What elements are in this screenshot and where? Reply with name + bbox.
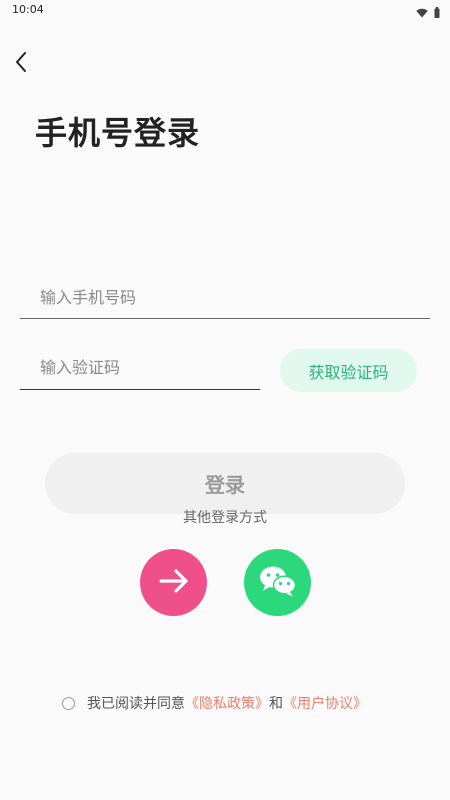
battery-icon	[434, 3, 440, 22]
wechat-icon	[258, 564, 298, 602]
wifi-icon	[416, 3, 428, 22]
other-login-label: 其他登录方式	[183, 510, 267, 526]
status-icons	[416, 3, 440, 22]
phone-input[interactable]	[40, 277, 426, 318]
status-bar: 10:04	[0, 0, 450, 20]
user-agreement-link[interactable]: 《用户协议》	[283, 693, 367, 713]
arrow-login-button[interactable]	[140, 549, 207, 616]
agreement-conjunction: 和	[269, 696, 283, 712]
phone-field	[20, 277, 430, 319]
privacy-policy-link[interactable]: 《隐私政策》	[185, 693, 269, 713]
status-time: 10:04	[12, 3, 44, 16]
agreement-row: 我已阅读并同意 《隐私政策》 和 《用户协议》	[62, 693, 367, 713]
agree-radio[interactable]	[62, 696, 75, 710]
back-button[interactable]	[8, 50, 34, 78]
page-title: 手机号登录	[35, 114, 201, 152]
agreement-prefix: 我已阅读并同意	[87, 696, 185, 712]
code-field	[20, 345, 260, 390]
login-button[interactable]: 登录	[45, 453, 405, 514]
get-code-button[interactable]: 获取验证码	[280, 349, 417, 392]
chevron-left-icon	[14, 50, 28, 78]
verification-code-input[interactable]	[40, 345, 256, 389]
wechat-login-button[interactable]	[244, 549, 311, 616]
arrow-right-icon	[156, 563, 192, 603]
